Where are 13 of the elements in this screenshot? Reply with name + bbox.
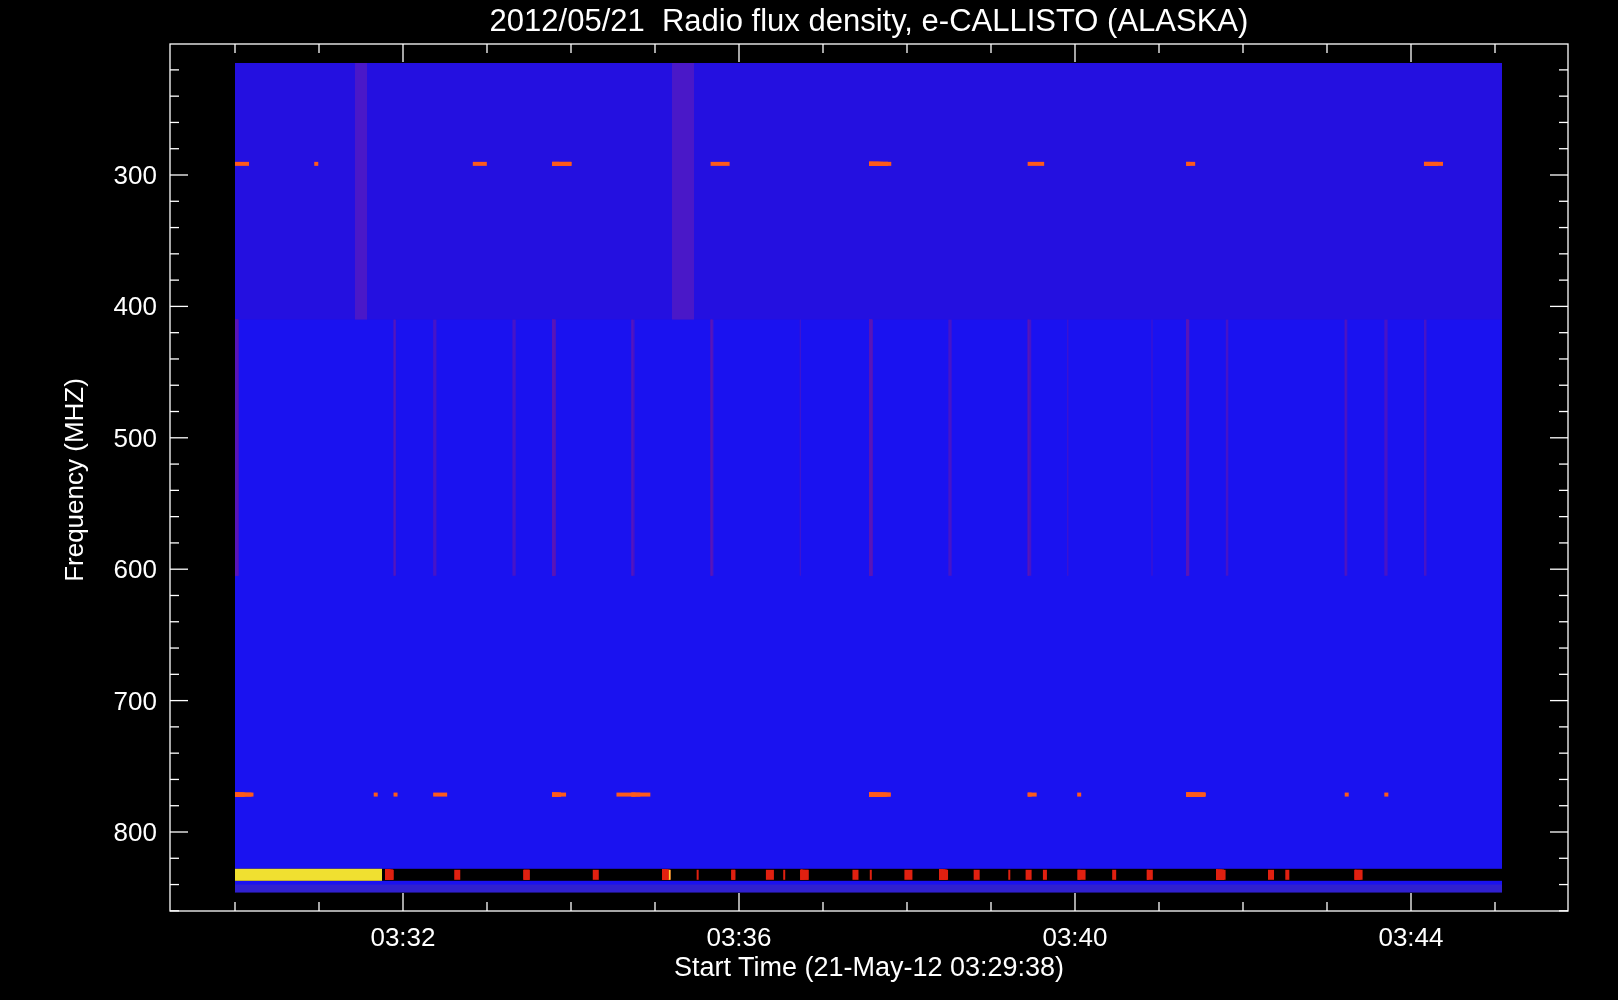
x-tick-label: 03:32 <box>370 922 436 952</box>
y-tick-label: 400 <box>113 291 157 322</box>
y-tick-label: 300 <box>113 160 157 190</box>
y-tick-label: 700 <box>113 685 157 716</box>
y-tick-label: 500 <box>113 422 157 453</box>
x-tick-label: 03:40 <box>1042 922 1108 952</box>
y-tick-label: 800 <box>113 817 157 847</box>
y-axis-label: Frequency (MHZ) <box>59 378 89 582</box>
y-tick-label: 600 <box>113 554 157 585</box>
x-tick-label: 03:44 <box>1378 922 1444 952</box>
plot-title: 2012/05/21 Radio flux density, e-CALLISTO (ALASKA) <box>489 3 1249 38</box>
x-axis-label: Start Time (21-May-12 03:29:38) <box>673 952 1065 982</box>
x-tick-label: 03:36 <box>706 922 772 952</box>
